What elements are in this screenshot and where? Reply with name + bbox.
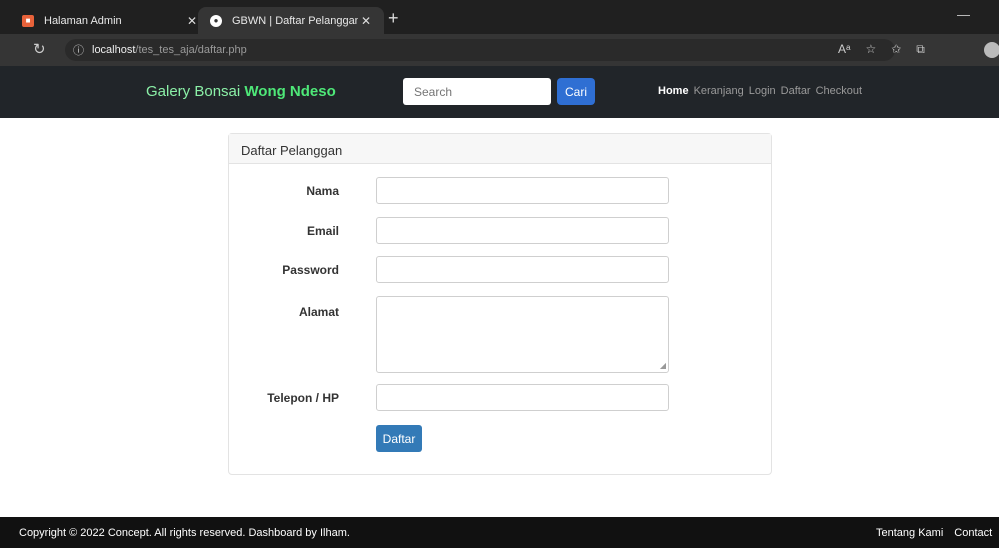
- resize-handle-icon[interactable]: ◢: [660, 361, 666, 370]
- search-input[interactable]: [403, 78, 551, 105]
- reload-icon[interactable]: ↻: [33, 40, 46, 58]
- address-bar-row: ↻ ⓘ localhost/tes_tes_aja/daftar.php Aᵃ …: [0, 34, 999, 66]
- brand-strong: Wong Ndeso: [244, 83, 336, 100]
- tab-halaman-admin[interactable]: ■ Halaman Admin ✕: [22, 7, 210, 34]
- email-label: Email: [306, 224, 339, 238]
- nav-daftar[interactable]: Daftar: [781, 85, 811, 97]
- email-field[interactable]: [376, 217, 669, 244]
- close-icon[interactable]: ✕: [358, 14, 374, 28]
- telepon-label: Telepon / HP: [267, 391, 339, 405]
- footer-links: Tentang Kami Contact: [876, 527, 992, 539]
- read-aloud-icon[interactable]: Aᵃ: [838, 42, 850, 57]
- alamat-label: Alamat: [298, 305, 339, 319]
- telepon-field[interactable]: [376, 384, 669, 411]
- nav-checkout[interactable]: Checkout: [816, 85, 862, 97]
- collections-icon[interactable]: ⧉: [916, 42, 925, 57]
- site-icon: ●: [210, 14, 222, 27]
- site-footer: Copyright © 2022 Concept. All rights res…: [0, 517, 999, 548]
- copyright-text: Copyright © 2022 Concept. All rights res…: [19, 527, 350, 539]
- browser-tab-strip: ■ Halaman Admin ✕ ● GBWN | Daftar Pelang…: [0, 0, 999, 34]
- nama-label: Nama: [306, 184, 339, 198]
- registration-card: Daftar Pelanggan Nama Email Password Ala…: [228, 133, 772, 475]
- tab-title: Halaman Admin: [44, 14, 122, 27]
- daftar-button[interactable]: Daftar: [376, 425, 422, 452]
- brand-prefix: Galery Bonsai: [146, 83, 245, 100]
- search-button[interactable]: Cari: [557, 78, 595, 105]
- brand[interactable]: Galery Bonsai Wong Ndeso: [146, 83, 336, 100]
- new-tab-icon[interactable]: +: [388, 8, 399, 29]
- admin-page-icon: ■: [22, 14, 34, 27]
- favorite-icon[interactable]: ☆: [865, 42, 876, 57]
- profile-icon[interactable]: [984, 42, 999, 58]
- footer-link-contact[interactable]: Contact: [954, 527, 992, 539]
- footer-link-tentang-kami[interactable]: Tentang Kami: [876, 527, 943, 539]
- nav-keranjang[interactable]: Keranjang: [694, 85, 744, 97]
- info-icon[interactable]: ⓘ: [73, 42, 84, 58]
- nama-field[interactable]: [376, 177, 669, 204]
- minimize-icon[interactable]: —: [957, 7, 970, 22]
- password-field[interactable]: [376, 256, 669, 283]
- tab-daftar-pelanggan[interactable]: ● GBWN | Daftar Pelanggan ✕: [198, 7, 384, 34]
- favorites-icon[interactable]: ✩: [891, 42, 901, 57]
- browser-toolbar: Aᵃ ☆ ✩ ⧉: [838, 42, 925, 57]
- nav-login[interactable]: Login: [749, 85, 776, 97]
- url-host: localhost: [92, 44, 136, 56]
- card-title: Daftar Pelanggan: [229, 134, 771, 164]
- nav-home[interactable]: Home: [658, 85, 689, 97]
- password-label: Password: [282, 263, 339, 277]
- alamat-textarea[interactable]: ◢: [376, 296, 669, 373]
- site-navbar: Galery Bonsai Wong Ndeso Cari Home Keran…: [0, 66, 999, 118]
- nav-links: Home Keranjang Login Daftar Checkout: [658, 85, 862, 97]
- url-field[interactable]: ⓘ localhost/tes_tes_aja/daftar.php: [65, 39, 895, 61]
- tab-title: GBWN | Daftar Pelanggan: [232, 14, 358, 27]
- url-path: /tes_tes_aja/daftar.php: [135, 44, 247, 56]
